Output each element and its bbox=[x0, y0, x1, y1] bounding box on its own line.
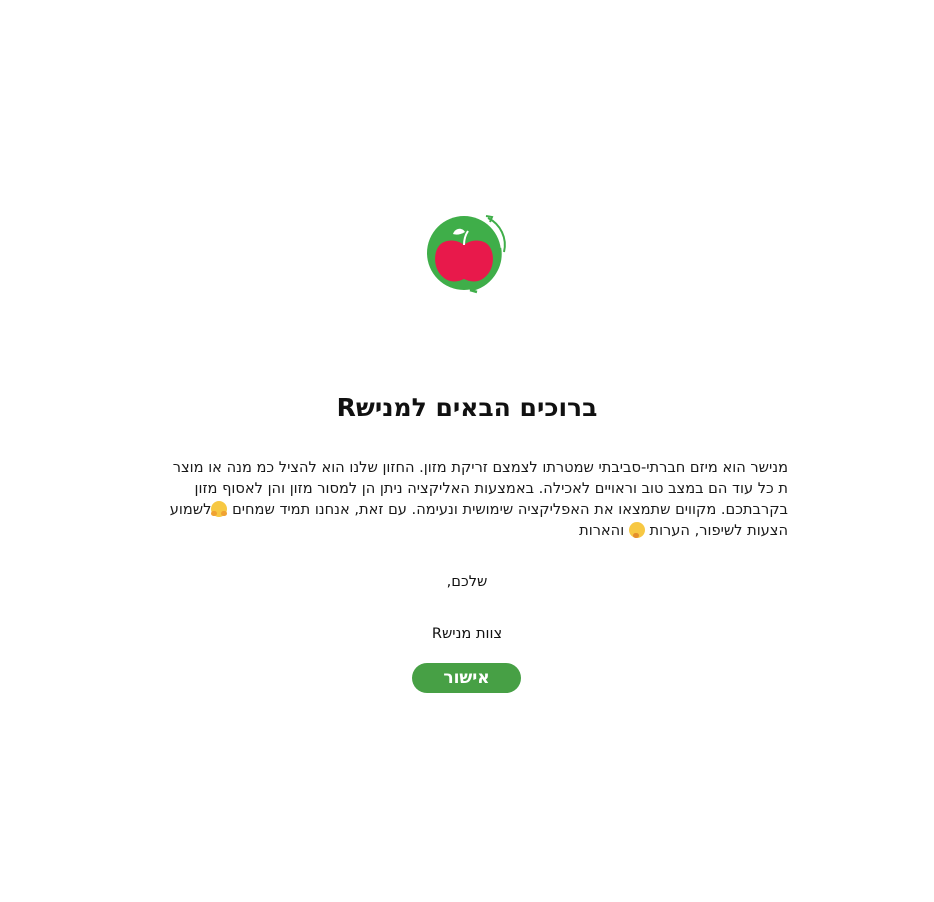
apple-logo-icon bbox=[427, 215, 506, 294]
welcome-paragraph: מנישר הוא מיזם חברתי-סביבתי שמטרתו לצמצם… bbox=[160, 457, 788, 541]
signoff-text: שלכם, bbox=[446, 573, 488, 590]
hugging-face-icon bbox=[211, 501, 228, 517]
welcome-page: ברוכים הבאים למנישR מנישר הוא מיזם חברתי… bbox=[0, 0, 934, 902]
thinking-face-icon bbox=[628, 522, 645, 538]
paragraph-tail-text: והארות bbox=[579, 522, 625, 539]
welcome-title: ברוכים הבאים למנישR bbox=[336, 393, 598, 422]
paragraph-text: מנישר הוא מיזם חברתי-סביבתי שמטרתו לצמצם… bbox=[172, 459, 788, 518]
confirm-button[interactable]: אישור bbox=[412, 663, 521, 693]
team-signature: צוות מנישR bbox=[431, 625, 503, 642]
